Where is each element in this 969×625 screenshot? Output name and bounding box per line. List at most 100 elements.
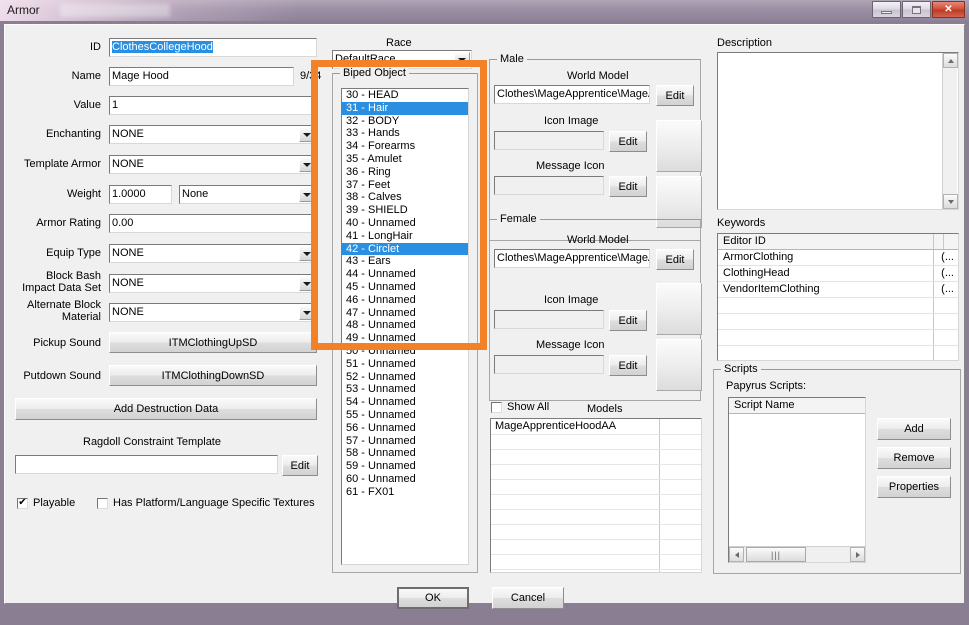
scroll-left-icon[interactable] (729, 547, 744, 562)
biped-object-item[interactable]: 46 - Unnamed (342, 294, 468, 307)
show-all-checkbox[interactable]: Show All (491, 401, 549, 413)
biped-object-item[interactable]: 35 - Amulet (342, 153, 468, 166)
chevron-down-icon[interactable] (299, 187, 315, 202)
ragdoll-constraint-template-input[interactable] (15, 455, 278, 474)
description-textarea[interactable] (717, 52, 959, 210)
weight-input[interactable]: 1.0000 (109, 185, 172, 204)
female-message-icon-input[interactable] (494, 355, 604, 374)
female-icon-image-input[interactable] (494, 310, 604, 329)
female-icon-image-edit-button[interactable]: Edit (609, 310, 647, 331)
armor-rating-input[interactable]: 0.00 (109, 214, 317, 233)
maximize-button[interactable] (902, 1, 931, 18)
male-world-model-edit-button[interactable]: Edit (656, 85, 694, 106)
scripts-hscrollbar[interactable]: ||| (729, 546, 865, 562)
value-input[interactable]: 1 (109, 96, 317, 115)
models-list-item[interactable] (491, 434, 701, 450)
template-armor-combobox[interactable]: NONE (109, 155, 317, 174)
pickup-sound-button[interactable]: ITMClothingUpSD (109, 332, 317, 353)
biped-object-list[interactable]: 30 - HEAD 31 - Hair 32 - BODY 33 - Hands 34 … (342, 89, 468, 499)
models-list-item[interactable] (491, 464, 701, 480)
models-list-item[interactable] (491, 509, 701, 525)
ragdoll-edit-button[interactable]: Edit (282, 455, 318, 476)
biped-object-item[interactable]: 50 - Unnamed (342, 345, 468, 358)
biped-object-item[interactable]: 52 - Unnamed (342, 371, 468, 384)
scroll-up-icon[interactable] (943, 53, 958, 68)
biped-object-item[interactable]: 55 - Unnamed (342, 409, 468, 422)
male-icon-image-edit-button[interactable]: Edit (609, 131, 647, 152)
keyword-row[interactable] (718, 314, 958, 330)
male-icon-image-input[interactable] (494, 131, 604, 150)
scripts-listview[interactable]: Script Name ||| (728, 397, 866, 563)
female-message-icon-edit-button[interactable]: Edit (609, 355, 647, 376)
models-list-item[interactable] (491, 494, 701, 510)
remove-script-button[interactable]: Remove (877, 447, 951, 469)
models-list-item[interactable] (491, 449, 701, 465)
models-list-item[interactable] (491, 554, 701, 570)
chevron-down-icon[interactable] (299, 305, 315, 320)
biped-object-item[interactable]: 37 - Feet (342, 179, 468, 192)
equip-type-combobox[interactable]: NONE (109, 244, 317, 263)
biped-object-item[interactable]: 57 - Unnamed (342, 435, 468, 448)
male-message-icon-input[interactable] (494, 176, 604, 195)
biped-object-item[interactable]: 61 - FX01 (342, 486, 468, 499)
biped-object-item[interactable]: 56 - Unnamed (342, 422, 468, 435)
keywords-listview[interactable]: Editor ID ArmorClothing (... ClothingHead (… (717, 233, 959, 361)
scroll-down-icon[interactable] (943, 194, 958, 209)
chevron-down-icon[interactable] (299, 157, 315, 172)
enchanting-combobox[interactable]: NONE (109, 125, 317, 144)
window-titlebar[interactable]: Armor ✕ (0, 0, 969, 21)
biped-object-item[interactable]: 34 - Forearms (342, 140, 468, 153)
has-platform-textures-checkbox[interactable]: Has Platform/Language Specific Textures (97, 497, 315, 509)
keyword-row[interactable] (718, 298, 958, 314)
male-world-model-input[interactable]: Clothes\MageApprentice\MageA (494, 85, 650, 104)
biped-object-item[interactable]: 39 - SHIELD (342, 204, 468, 217)
alternate-block-material-combobox[interactable]: NONE (109, 303, 317, 322)
add-script-button[interactable]: Add (877, 418, 951, 440)
biped-object-item[interactable]: 60 - Unnamed (342, 473, 468, 486)
biped-object-item[interactable]: 32 - BODY (342, 115, 468, 128)
minimize-button[interactable] (872, 1, 901, 18)
name-input[interactable]: Mage Hood (109, 67, 294, 86)
female-world-model-edit-button[interactable]: Edit (656, 249, 694, 270)
models-list-item[interactable] (491, 479, 701, 495)
biped-object-item[interactable]: 48 - Unnamed (342, 319, 468, 332)
keyword-row[interactable] (718, 330, 958, 346)
models-list-item[interactable]: MageApprenticeHoodAA (491, 419, 701, 435)
biped-object-item[interactable]: 44 - Unnamed (342, 268, 468, 281)
biped-object-item[interactable]: 59 - Unnamed (342, 460, 468, 473)
script-properties-button[interactable]: Properties (877, 476, 951, 498)
models-list-item[interactable] (491, 539, 701, 555)
description-scrollbar[interactable] (942, 53, 958, 209)
weight-class-combobox[interactable]: None (179, 185, 317, 204)
chevron-down-icon[interactable] (454, 52, 470, 67)
biped-object-item[interactable]: 42 - Circlet (342, 242, 468, 256)
male-message-icon-edit-button[interactable]: Edit (609, 176, 647, 197)
playable-checkbox[interactable]: ✔ Playable (17, 497, 75, 509)
add-destruction-data-button[interactable]: Add Destruction Data (15, 398, 317, 420)
biped-object-item[interactable]: 54 - Unnamed (342, 396, 468, 409)
biped-object-item[interactable]: 33 - Hands (342, 127, 468, 140)
models-list-item[interactable] (491, 524, 701, 540)
biped-object-item[interactable]: 38 - Calves (342, 191, 468, 204)
keywords-column-editor-id[interactable]: Editor ID (718, 235, 766, 247)
biped-object-item[interactable]: 51 - Unnamed (342, 358, 468, 371)
chevron-down-icon[interactable] (299, 276, 315, 291)
keyword-row[interactable]: VendorItemClothing (... (718, 282, 958, 298)
chevron-down-icon[interactable] (299, 246, 315, 261)
biped-object-item[interactable]: 36 - Ring (342, 166, 468, 179)
biped-object-item[interactable]: 47 - Unnamed (342, 307, 468, 320)
ok-button[interactable]: OK (397, 587, 469, 609)
biped-object-item[interactable]: 30 - HEAD (342, 89, 468, 102)
biped-object-item[interactable]: 31 - Hair (342, 101, 468, 115)
scroll-right-icon[interactable] (850, 547, 865, 562)
putdown-sound-button[interactable]: ITMClothingDownSD (109, 365, 317, 386)
id-input[interactable]: ClothesCollegeHood (109, 38, 317, 57)
biped-object-item[interactable]: 40 - Unnamed (342, 217, 468, 230)
biped-object-item[interactable]: 53 - Unnamed (342, 383, 468, 396)
close-button[interactable]: ✕ (932, 1, 965, 18)
scripts-column-script-name[interactable]: Script Name (729, 399, 795, 411)
female-world-model-input[interactable]: Clothes\MageApprentice\MageA (494, 249, 650, 268)
block-bash-impact-data-set-combobox[interactable]: NONE (109, 274, 317, 293)
biped-object-item[interactable]: 43 - Ears (342, 255, 468, 268)
models-listbox[interactable]: MageApprenticeHoodAA (490, 418, 702, 573)
